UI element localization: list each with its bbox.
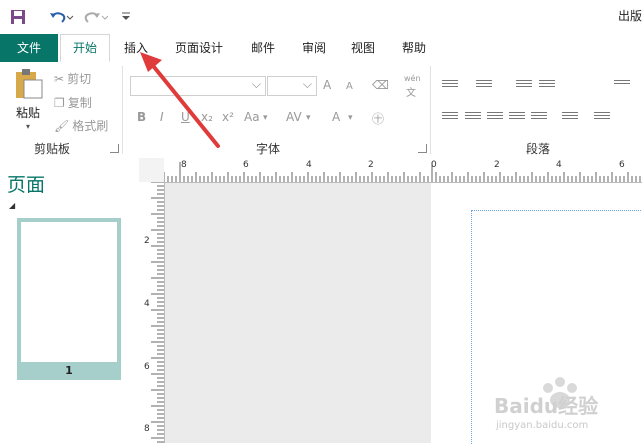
annotation-arrow	[140, 52, 220, 148]
arrow-shaft	[148, 60, 220, 148]
arrow-head	[140, 52, 162, 72]
